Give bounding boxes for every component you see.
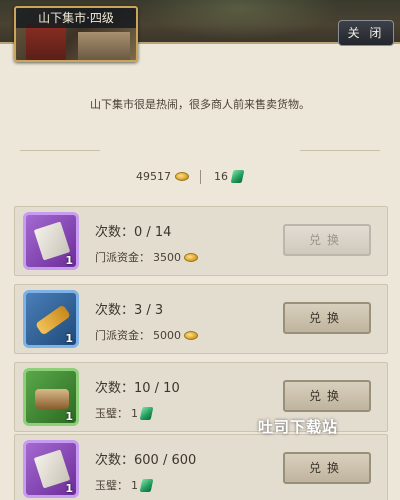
item-count: 1 — [65, 254, 73, 267]
item-count: 1 — [65, 332, 73, 345]
currency-bar: 49517 16 — [0, 170, 400, 186]
exchange-cost: 玉璧： 1 — [95, 405, 154, 421]
item-slot[interactable]: 1 — [23, 368, 79, 426]
exchange-item: 1 次数：3 / 3 门派资金： 5000 兑换 — [14, 284, 388, 354]
jade-icon — [139, 406, 154, 420]
exchange-item: 1 次数：0 / 14 门派资金： 3500 兑换 — [14, 206, 388, 276]
divider — [300, 150, 380, 151]
exchange-button[interactable]: 兑换 — [283, 302, 371, 334]
exchange-times: 次数：0 / 14 — [95, 225, 172, 240]
exchange-times: 次数：10 / 10 — [95, 381, 180, 396]
divider — [200, 170, 201, 184]
exchange-cost: 门派资金： 5000 — [95, 327, 198, 343]
wood-icon — [35, 389, 69, 409]
exchange-times: 次数：3 / 3 — [95, 303, 164, 318]
exchange-button[interactable]: 兑换 — [283, 224, 371, 256]
cost-label: 门派资金： — [95, 329, 150, 342]
watermark: 吐司下载站 — [258, 418, 339, 436]
coin-icon — [175, 172, 189, 181]
item-slot[interactable]: 1 — [23, 212, 79, 270]
exchange-button[interactable]: 兑换 — [283, 380, 371, 412]
cost-value: 3500 — [153, 250, 181, 264]
scroll-icon — [35, 304, 71, 336]
item-count: 1 — [65, 482, 73, 495]
market-description: 山下集市很是热闹，很多商人前来售卖货物。 — [90, 98, 310, 111]
market-title: 山下集市·四级 — [16, 8, 136, 28]
item-count: 1 — [65, 410, 73, 423]
cost-label: 玉璧： — [95, 407, 128, 420]
close-button[interactable]: 关 闭 — [338, 20, 394, 46]
building-illustration — [26, 24, 66, 60]
cost-value: 1 — [131, 406, 138, 420]
jade-icon — [139, 478, 154, 492]
coin-icon — [184, 330, 198, 340]
jade-icon — [230, 170, 245, 183]
item-slot[interactable]: 1 — [23, 440, 79, 498]
exchange-button[interactable]: 兑换 — [283, 452, 371, 484]
currency-jade: 16 — [214, 170, 245, 183]
exchange-times: 次数：600 / 600 — [95, 453, 197, 468]
item-slot[interactable]: 1 — [23, 290, 79, 348]
divider — [20, 150, 100, 151]
currency-coin: 49517 — [136, 170, 189, 183]
coin-icon — [184, 252, 198, 262]
cost-label: 门派资金： — [95, 251, 150, 264]
exchange-cost: 门派资金： 3500 — [95, 249, 198, 265]
cost-label: 玉璧： — [95, 479, 128, 492]
exchange-cost: 玉璧： 1 — [95, 477, 154, 493]
cost-value: 5000 — [153, 328, 181, 342]
building-illustration — [78, 32, 130, 60]
market-banner: 山下集市·四级 — [14, 6, 138, 62]
exchange-item: 1 次数：600 / 600 玉璧： 1 兑换 — [14, 434, 388, 500]
cost-value: 1 — [131, 478, 138, 492]
coin-amount: 49517 — [136, 170, 171, 183]
jade-amount: 16 — [214, 170, 228, 183]
